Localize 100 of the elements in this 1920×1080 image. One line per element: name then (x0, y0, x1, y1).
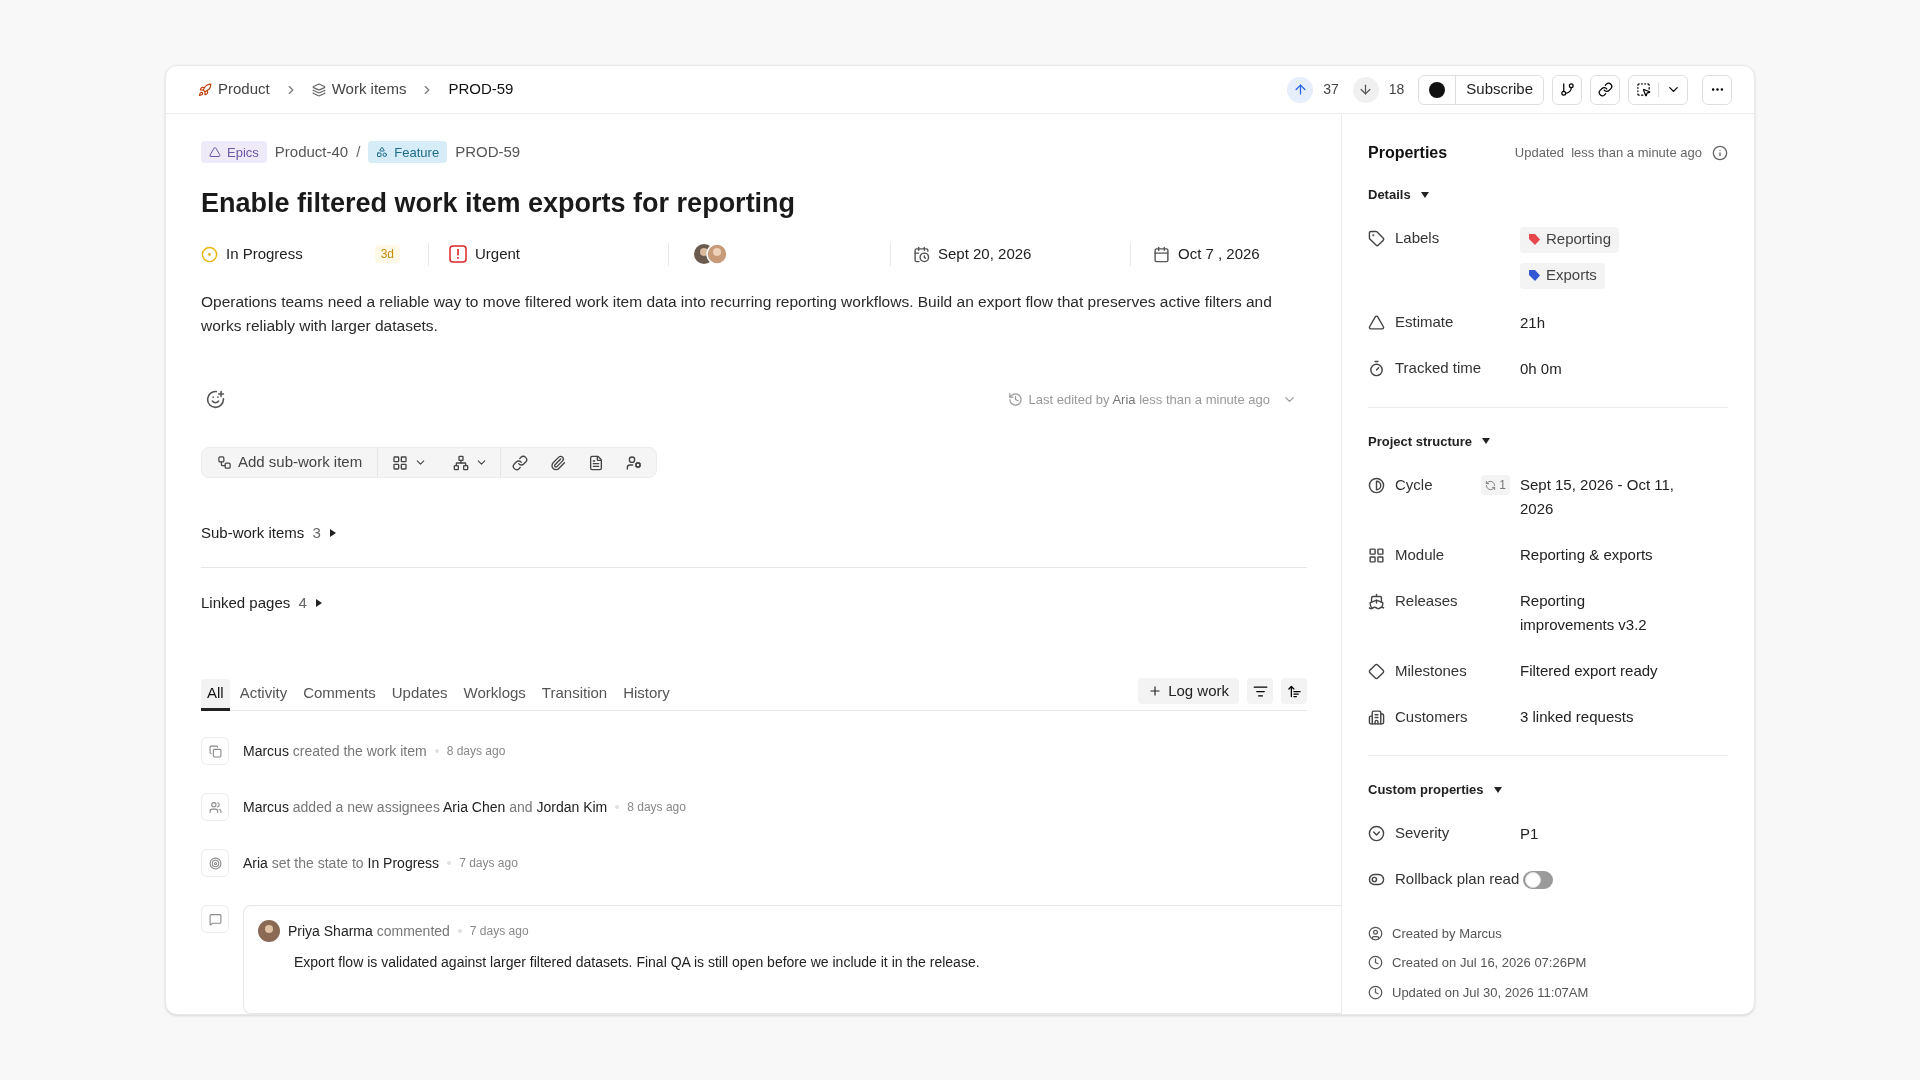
filter-icon (1252, 683, 1268, 699)
rocket-icon (198, 82, 212, 97)
description-text: Operations teams need a reliable way to move filtered work item data into recurring reporting workflows. Build an export flow that preserves active filters and works reliably with larger datasets. (201, 291, 1273, 336)
property-label: Customers (1395, 706, 1468, 727)
epic-badge: Epics (201, 141, 267, 164)
history-icon (1007, 391, 1023, 407)
add-sub-item-button[interactable]: Add sub-work item (202, 448, 379, 477)
activity-tab[interactable]: All (201, 678, 230, 711)
section-title[interactable]: Sub-work items 3 (201, 522, 321, 545)
building-icon (1368, 708, 1385, 726)
network-icon (453, 454, 470, 471)
start-date[interactable]: Sept 20, 2026 (938, 243, 1032, 266)
triangle-icon (209, 146, 221, 159)
assignee-avatars[interactable] (693, 243, 729, 266)
property-label: Module (1395, 544, 1445, 565)
property-value[interactable]: Reporting & exports (1520, 543, 1675, 567)
group-title[interactable]: Project structure (1368, 431, 1473, 451)
property-label: Severity (1395, 823, 1450, 844)
comment-body: Export flow is validated against larger filtered datasets. Final QA is still open before we include it in the release. (294, 953, 981, 972)
activity-text: Aria set the state to In Progress (243, 853, 440, 873)
property-label: Releases (1395, 590, 1458, 611)
property-label: Milestones (1395, 660, 1467, 681)
tag-icon (1368, 230, 1385, 247)
activity-tab[interactable]: Worklogs (457, 678, 532, 711)
calendar-clock-icon (913, 245, 930, 263)
property-label: Tracked time (1395, 358, 1482, 379)
state-age-badge: 3d (374, 245, 400, 264)
comment-icon (201, 905, 229, 933)
due-date[interactable]: Oct 7 , 2026 (1178, 243, 1260, 266)
activity-tab[interactable]: History (617, 678, 676, 711)
link-icon (512, 454, 529, 471)
info-icon[interactable] (1712, 145, 1728, 161)
work-item-title: Enable filtered work item exports for reporting (201, 186, 797, 220)
updated-text: Updated less than a minute ago (1514, 144, 1702, 163)
sort-icon (1286, 683, 1302, 699)
group-title[interactable]: Custom properties (1368, 780, 1484, 800)
toggle-switch[interactable] (1523, 870, 1554, 889)
ship-icon (1368, 592, 1385, 610)
property-label: Rollback plan read (1395, 869, 1520, 890)
property-value[interactable]: Reporting improvements v3.2 (1520, 589, 1675, 637)
breadcrumb-link[interactable]: PROD-59 (448, 78, 514, 101)
feature-badge: Feature (368, 141, 448, 164)
property-label: Cycle (1395, 474, 1433, 495)
paperclip-icon (550, 454, 567, 471)
property-value[interactable]: 3 linked requests (1520, 705, 1675, 729)
priority-label[interactable]: Urgent (475, 243, 521, 266)
add-reaction-icon[interactable] (206, 389, 225, 409)
property-value[interactable]: Filtered export ready (1520, 659, 1675, 683)
cycle-count-badge: 1 (1481, 475, 1510, 495)
triangle-icon (1368, 314, 1385, 331)
plus-icon (1148, 684, 1163, 698)
activity-text: Marcus created the work item (243, 741, 427, 761)
hierarchy-icon (217, 455, 232, 470)
property-value[interactable]: P1 (1520, 821, 1675, 846)
label-chip[interactable]: Exports (1520, 262, 1605, 289)
grid-icon (1368, 546, 1385, 564)
meta-text: Created on Jul 16, 2026 07:26PM (1392, 954, 1587, 972)
activity-tab[interactable]: Updates (385, 678, 454, 711)
property-value[interactable]: 0h 0m (1520, 356, 1675, 381)
sort-button[interactable] (1281, 678, 1307, 704)
pointer-icon (1636, 82, 1651, 97)
activity-tab[interactable]: Transition (535, 678, 614, 711)
clock-icon (1368, 984, 1383, 1000)
subscribe-button[interactable]: Subscribe (1418, 74, 1544, 105)
upvote-button[interactable]: 37 (1287, 76, 1345, 103)
link-button[interactable] (1590, 74, 1620, 105)
archive-menu-button[interactable] (1628, 74, 1688, 105)
avatar (258, 920, 280, 942)
property-value[interactable]: 21h (1520, 310, 1675, 335)
log-work-button[interactable]: Log work (1138, 678, 1239, 704)
filter-button[interactable] (1247, 678, 1273, 704)
link-icon (1597, 82, 1613, 97)
section-title[interactable]: Linked pages 4 (201, 591, 307, 614)
chevron-circle-icon (1368, 825, 1385, 842)
in-progress-icon (201, 245, 218, 263)
meta-text: Updated on Jul 30, 2026 11:07AM (1392, 983, 1589, 1002)
label-chip[interactable]: Reporting (1520, 226, 1620, 253)
breadcrumb-link[interactable]: Work items (311, 78, 407, 101)
property-value[interactable]: Sept 15, 2026 - Oct 11, 2026 (1520, 473, 1675, 521)
users-icon (201, 793, 229, 821)
activity-tab[interactable]: Activity (233, 678, 294, 711)
calendar-icon (1153, 245, 1170, 263)
breadcrumb-link[interactable]: Product (198, 78, 270, 101)
arrow-down-icon (1358, 82, 1374, 97)
group-title[interactable]: Details (1368, 185, 1411, 205)
activity-text: Marcus added a new assignees Aria Chen and Jordan Kim (243, 797, 608, 817)
timer-icon (1368, 360, 1385, 377)
activity-tab[interactable]: Comments (297, 678, 382, 711)
user-icon (1368, 925, 1383, 941)
state-label[interactable]: In Progress (226, 243, 303, 266)
separator-slash: / (356, 142, 361, 162)
last-edited-text: Last edited by Aria less than a minute ago (1028, 390, 1270, 409)
parent-id-link[interactable]: PROD-59 (455, 141, 521, 164)
downvote-button[interactable]: 18 (1352, 76, 1411, 103)
activity-time: 8 days ago (446, 743, 506, 760)
toggle-icon (1368, 871, 1385, 888)
branch-button[interactable] (1552, 74, 1582, 105)
parent-id-link[interactable]: Product-40 (274, 141, 349, 164)
user-icon (626, 454, 643, 471)
document-icon (588, 454, 605, 471)
